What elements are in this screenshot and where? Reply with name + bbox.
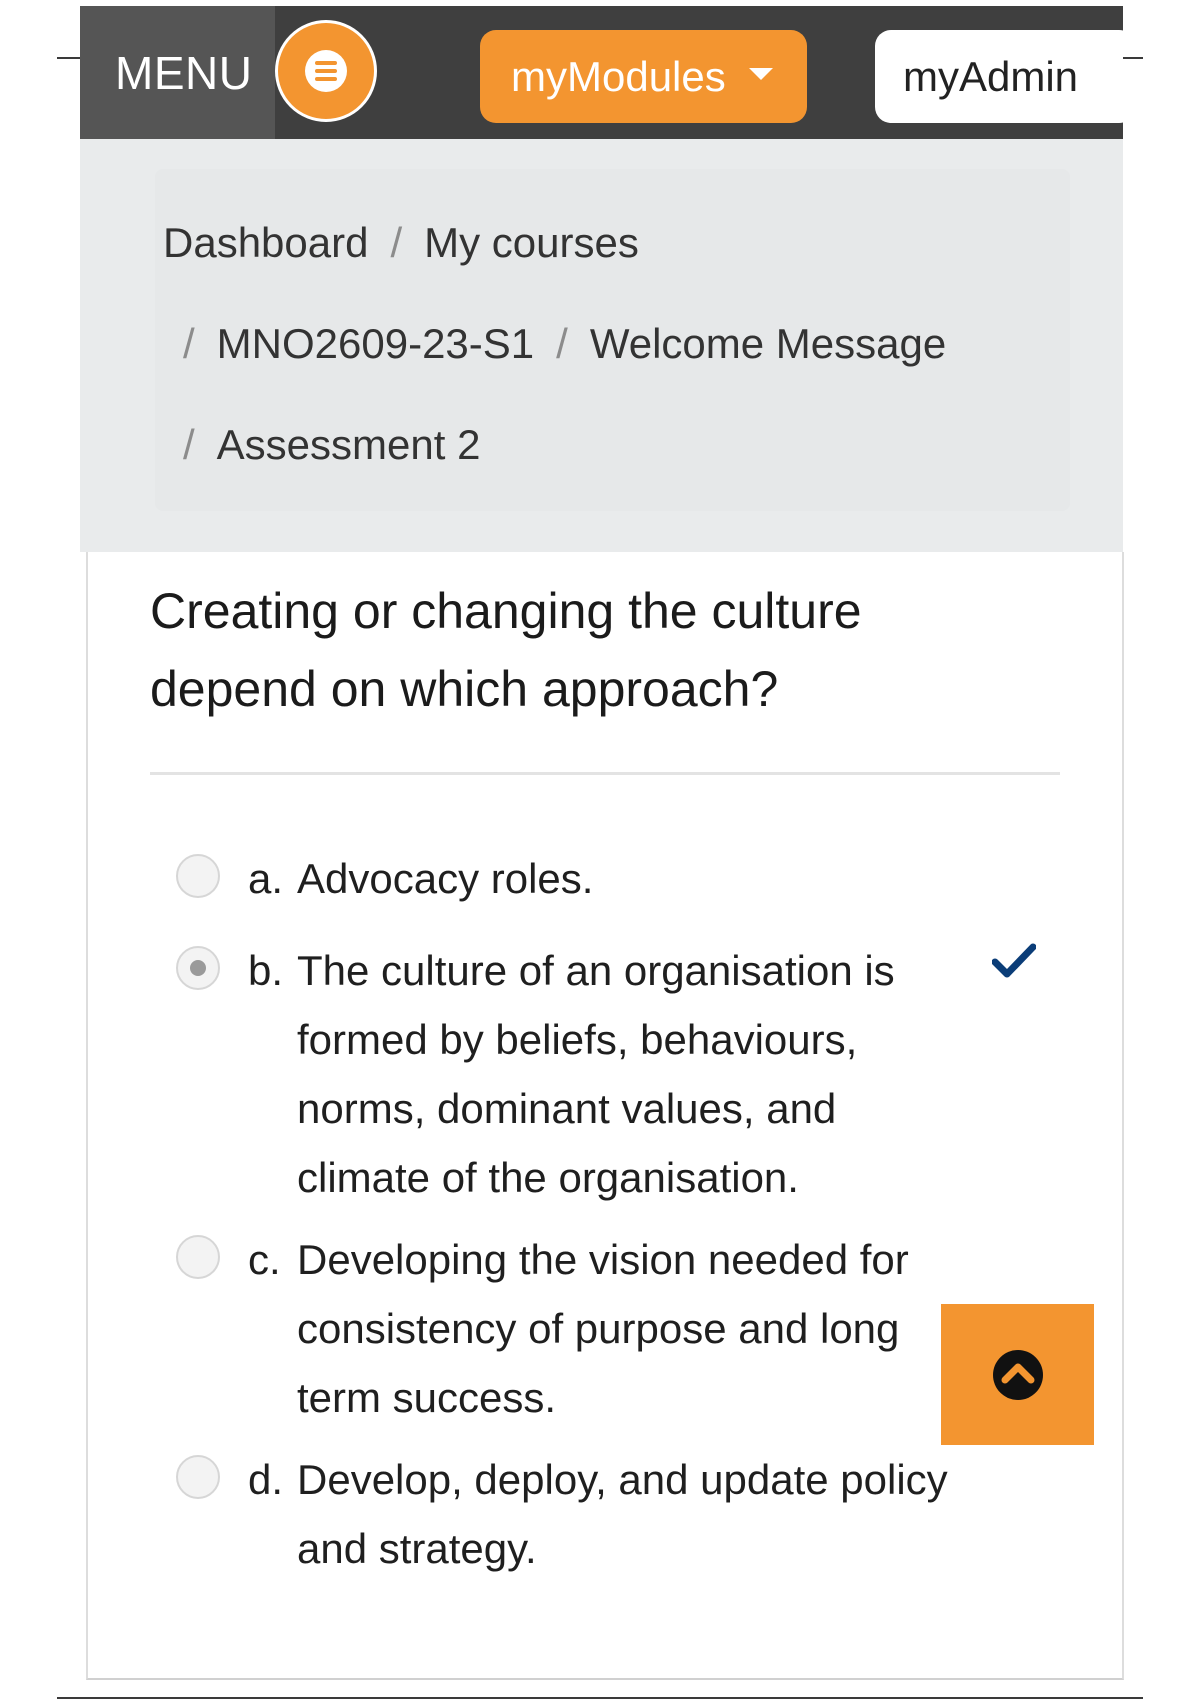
- breadcrumb-assessment[interactable]: Assessment 2: [217, 421, 481, 468]
- top-navbar: MENU myModules myAdmin: [80, 6, 1123, 139]
- breadcrumb: Dashboard / My courses / MNO2609-23-S1 / Welc…: [155, 169, 1070, 511]
- radio-option-a[interactable]: [176, 854, 220, 898]
- option-text: Developing the vision needed for consist…: [297, 1236, 909, 1421]
- option-letter: c.: [248, 1236, 281, 1283]
- option-text: Develop, deploy, and update policy and s…: [297, 1456, 948, 1572]
- my-admin-label: myAdmin: [903, 53, 1079, 100]
- top-rule-left: [57, 57, 80, 59]
- question-divider: [150, 772, 1060, 775]
- question-card: Creating or changing the culture depend …: [86, 552, 1124, 1680]
- answer-option-c[interactable]: c. Developing the vision needed for cons…: [176, 1225, 976, 1435]
- breadcrumb-dashboard[interactable]: Dashboard: [163, 219, 368, 266]
- menu-block: MENU: [80, 6, 275, 139]
- my-modules-dropdown-button[interactable]: myModules: [480, 30, 807, 123]
- option-text: The culture of an organisation is formed…: [297, 947, 895, 1201]
- answer-option-b[interactable]: b. The culture of an organisation is for…: [176, 936, 976, 1212]
- breadcrumb-line-2: / MNO2609-23-S1 / Welcome Message: [163, 320, 946, 368]
- top-rule-right: [1123, 57, 1143, 59]
- hamburger-menu-button[interactable]: [275, 20, 377, 122]
- breadcrumb-line-1: Dashboard / My courses: [163, 219, 639, 267]
- breadcrumb-separator: /: [390, 219, 403, 266]
- breadcrumb-my-courses[interactable]: My courses: [424, 219, 639, 266]
- breadcrumb-separator: /: [183, 421, 195, 468]
- radio-option-b[interactable]: [176, 946, 220, 990]
- chevron-up-circle-icon: [993, 1350, 1043, 1400]
- answer-option-d[interactable]: d. Develop, deploy, and update policy an…: [176, 1445, 976, 1585]
- option-letter: a.: [248, 855, 284, 902]
- breadcrumb-separator: /: [556, 320, 568, 367]
- menu-label: MENU: [115, 47, 253, 99]
- breadcrumb-line-3: / Assessment 2: [163, 421, 480, 469]
- option-letter: d.: [248, 1456, 284, 1503]
- hamburger-icon: [305, 50, 347, 92]
- radio-option-c[interactable]: [176, 1235, 220, 1279]
- option-text: Advocacy roles.: [297, 855, 594, 902]
- radio-option-d[interactable]: [176, 1455, 220, 1499]
- my-admin-button[interactable]: myAdmin: [875, 30, 1123, 123]
- option-letter: b.: [248, 947, 284, 994]
- question-text: Creating or changing the culture depend …: [150, 583, 862, 717]
- breadcrumb-separator: /: [183, 320, 195, 367]
- bottom-rule: [57, 1697, 1143, 1699]
- my-modules-label: myModules: [511, 53, 726, 100]
- breadcrumb-course-code[interactable]: MNO2609-23-S1: [217, 320, 534, 367]
- scroll-to-top-button[interactable]: [941, 1304, 1094, 1445]
- breadcrumb-welcome-message[interactable]: Welcome Message: [590, 320, 946, 367]
- caret-down-icon: [749, 68, 773, 80]
- answer-option-a[interactable]: a. Advocacy roles.: [176, 844, 976, 914]
- breadcrumb-area: Dashboard / My courses / MNO2609-23-S1 / Welc…: [80, 139, 1123, 552]
- checkmark-icon: [992, 943, 1036, 978]
